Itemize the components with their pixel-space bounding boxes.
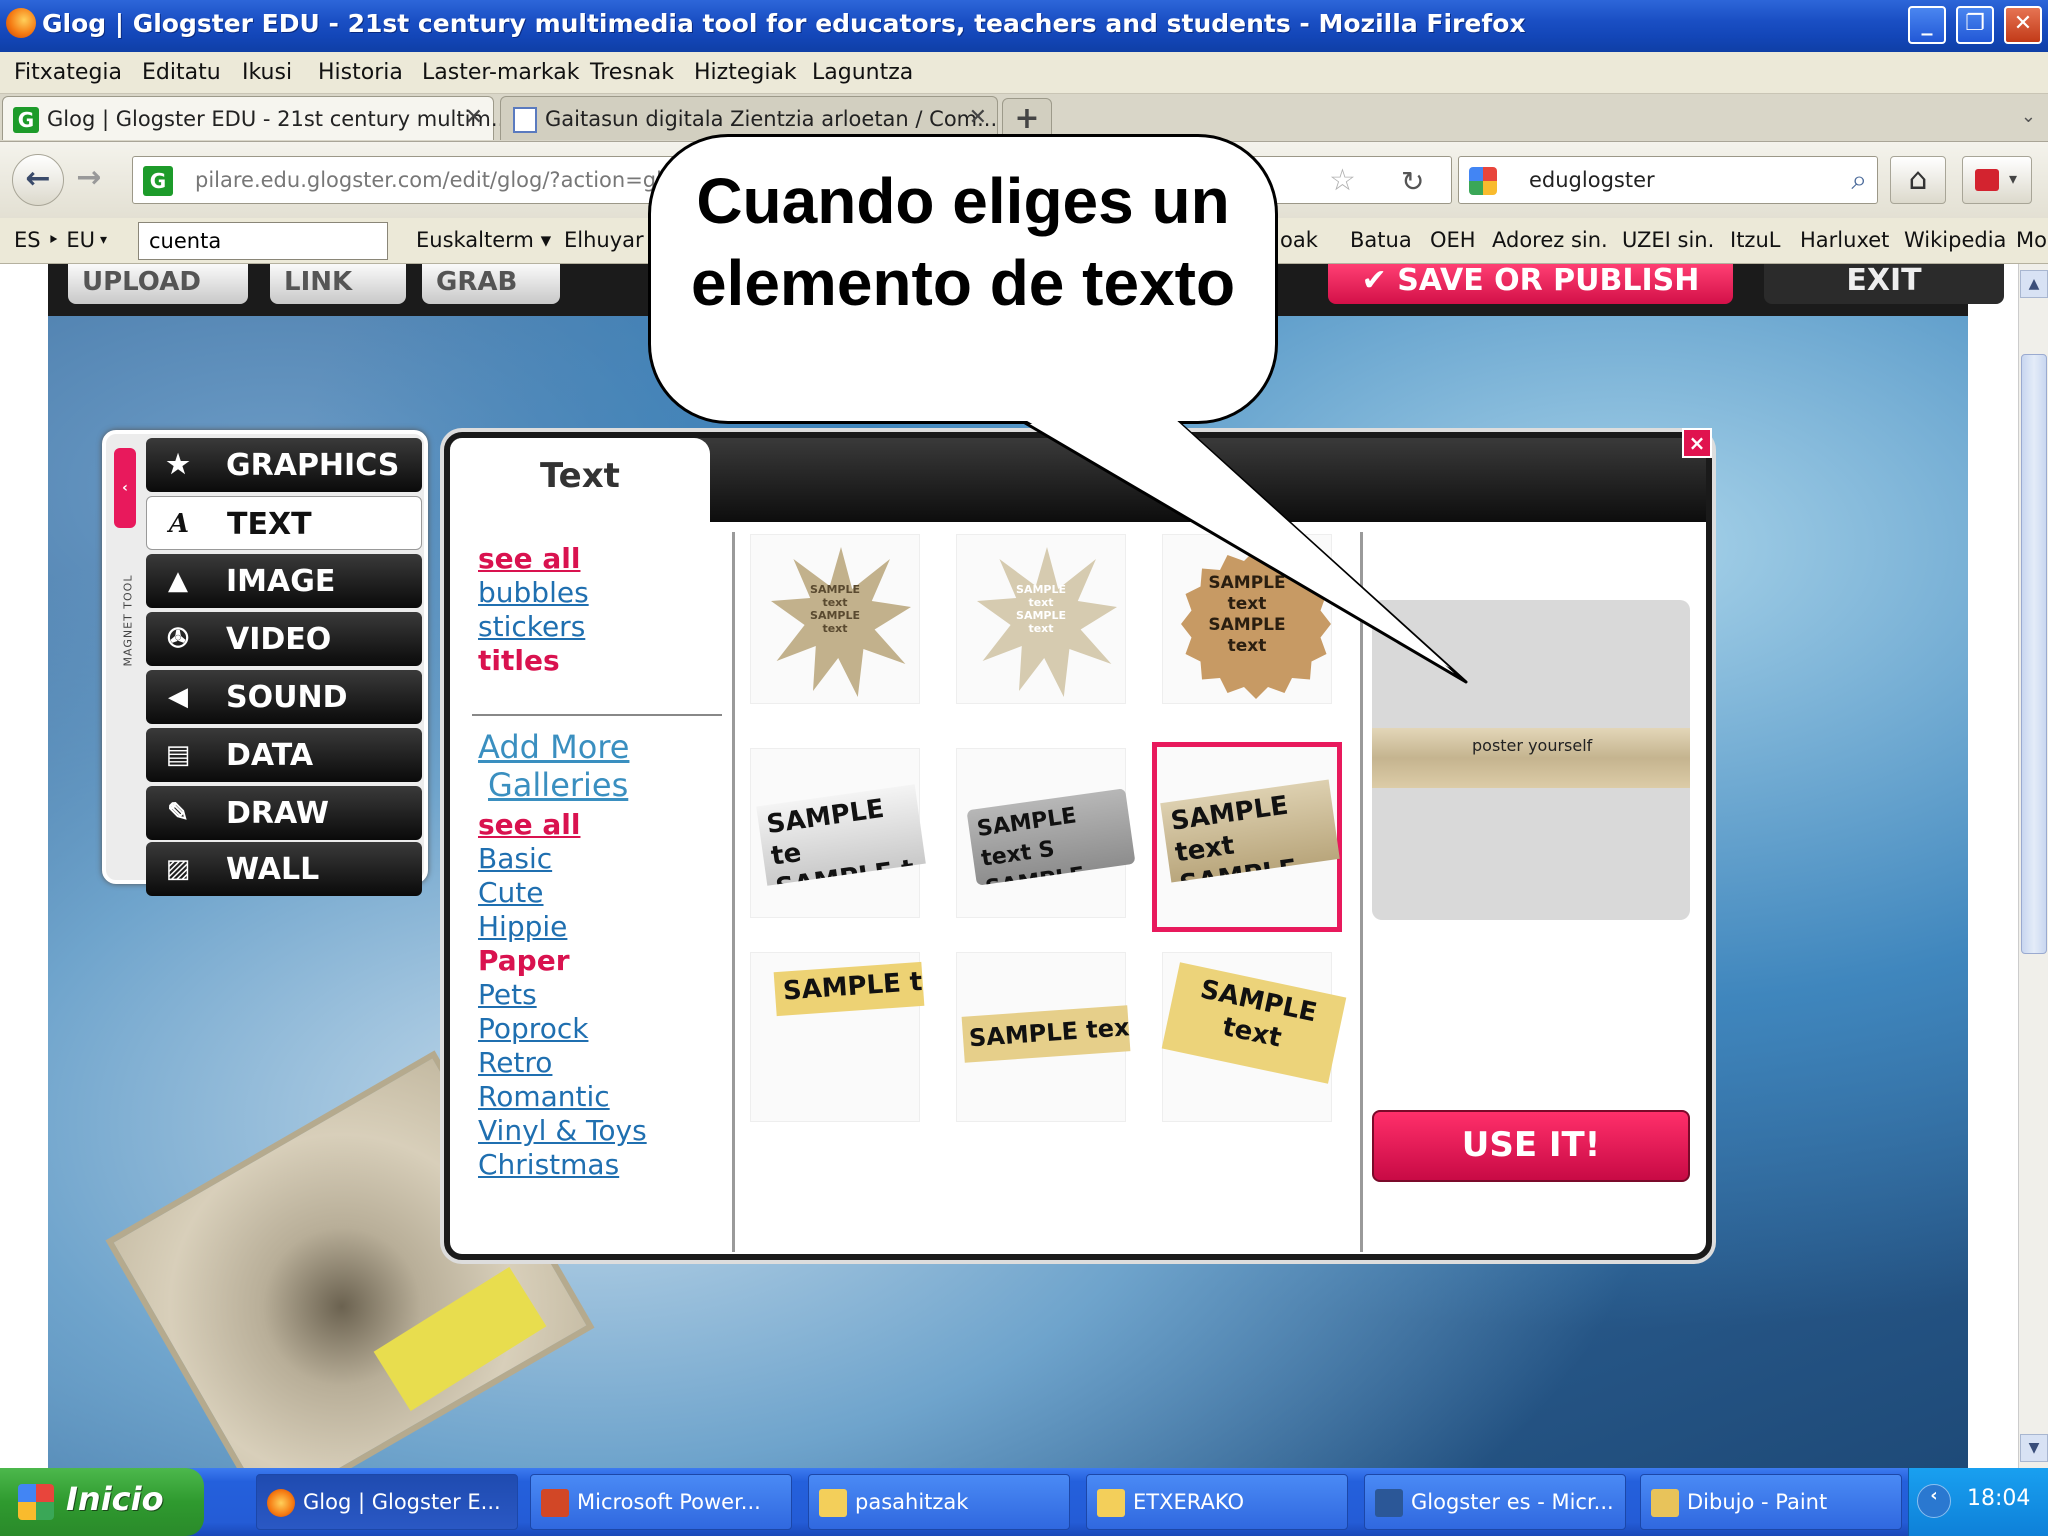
task-firefox[interactable]: Glog | Glogster E... [256, 1474, 518, 1530]
start-label: Inicio [66, 1480, 164, 1518]
clock: 18:04 [1967, 1486, 2031, 1511]
task-folder-etxerako[interactable]: ETXERAKO [1086, 1474, 1348, 1530]
show-hidden-icons-button[interactable]: ‹ [1917, 1484, 1951, 1518]
taskbar: Inicio Glog | Glogster E... Microsoft Po… [0, 1468, 2048, 1536]
task-label: pasahitzak [855, 1490, 969, 1514]
task-paint[interactable]: Dibujo - Paint [1640, 1474, 1902, 1530]
task-word[interactable]: Glogster es - Micr... [1364, 1474, 1626, 1530]
task-label: Glog | Glogster E... [303, 1490, 501, 1514]
windows-logo-icon [18, 1484, 54, 1520]
powerpoint-icon [541, 1489, 569, 1517]
word-icon [1375, 1489, 1403, 1517]
folder-icon [1097, 1489, 1125, 1517]
task-label: Glogster es - Micr... [1411, 1490, 1614, 1514]
callout-text: Cuando eliges un elemento de texto [690, 165, 1236, 319]
task-folder-pasahitzak[interactable]: pasahitzak [808, 1474, 1070, 1530]
system-tray: ‹ 18:04 [1908, 1468, 2048, 1536]
firefox-icon [267, 1489, 295, 1517]
task-label: ETXERAKO [1133, 1490, 1245, 1514]
folder-icon [819, 1489, 847, 1517]
task-label: Microsoft Power... [577, 1490, 761, 1514]
paint-icon [1651, 1489, 1679, 1517]
task-label: Dibujo - Paint [1687, 1490, 1828, 1514]
start-button[interactable]: Inicio [0, 1468, 204, 1536]
task-powerpoint[interactable]: Microsoft Power... [530, 1474, 792, 1530]
